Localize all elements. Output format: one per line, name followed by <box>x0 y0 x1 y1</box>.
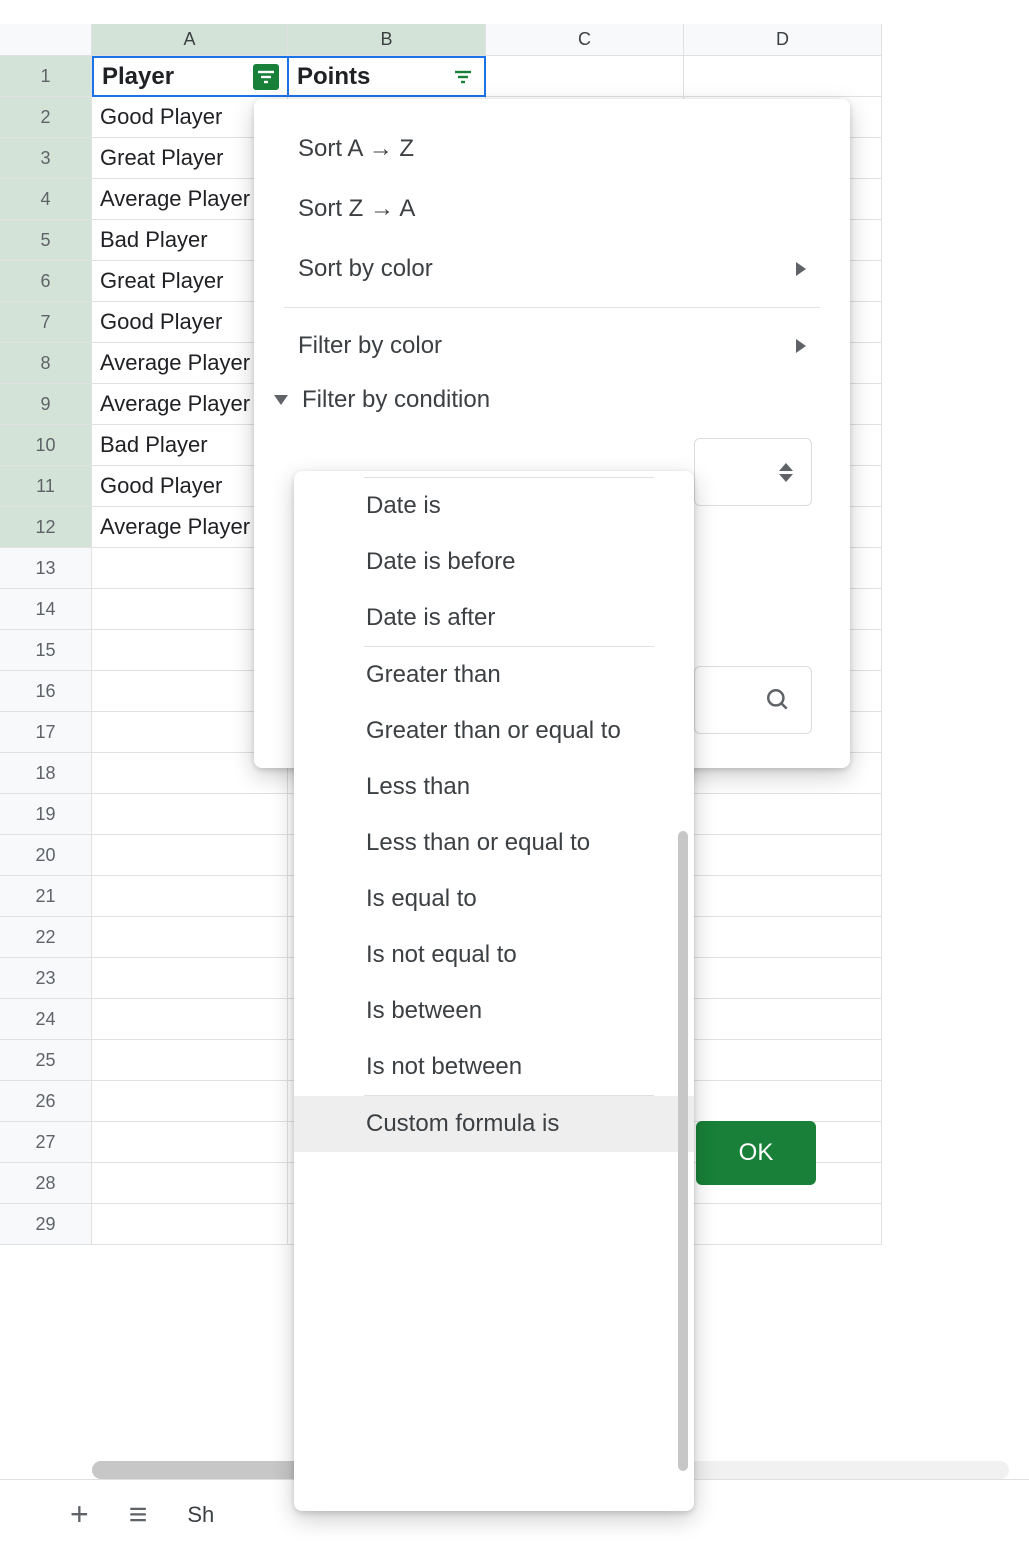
filter-search[interactable] <box>694 666 812 734</box>
col-header-c[interactable]: C <box>486 24 684 56</box>
row-header[interactable]: 9 <box>0 384 92 425</box>
row-header[interactable]: 7 <box>0 302 92 343</box>
condition-option[interactable]: Is not equal to <box>294 927 694 983</box>
row-header[interactable]: 2 <box>0 97 92 138</box>
cell-a19[interactable] <box>92 794 288 835</box>
row-header[interactable]: 17 <box>0 712 92 753</box>
cell-d20[interactable] <box>684 835 882 876</box>
row-header[interactable]: 22 <box>0 917 92 958</box>
row-header[interactable]: 4 <box>0 179 92 220</box>
grid-row: 1 Player Points <box>0 56 1029 97</box>
sort-by-color[interactable]: Sort by color <box>254 239 850 299</box>
filter-by-color-label: Filter by color <box>298 332 442 360</box>
add-sheet-icon[interactable]: + <box>70 1496 89 1533</box>
cell-text: Player <box>102 63 174 91</box>
row-header[interactable]: 14 <box>0 589 92 630</box>
row-header[interactable]: 13 <box>0 548 92 589</box>
cell-a27[interactable] <box>92 1122 288 1163</box>
cell-d29[interactable] <box>684 1204 882 1245</box>
filter-by-condition-toggle[interactable]: Filter by condition <box>254 376 850 424</box>
condition-option[interactable]: Less than <box>294 759 694 815</box>
filter-by-color[interactable]: Filter by color <box>254 316 850 376</box>
filter-icon[interactable] <box>253 64 279 90</box>
cell-text: Points <box>297 63 370 91</box>
row-header[interactable]: 3 <box>0 138 92 179</box>
column-headers: A B C D <box>0 24 1029 56</box>
row-header[interactable]: 8 <box>0 343 92 384</box>
chevron-right-icon <box>796 262 806 276</box>
cell-d22[interactable] <box>684 917 882 958</box>
chevron-right-icon <box>796 339 806 353</box>
row-header[interactable]: 27 <box>0 1122 92 1163</box>
cell-b1[interactable]: Points <box>288 56 486 97</box>
condition-option[interactable]: Custom formula is <box>294 1096 694 1152</box>
condition-option[interactable]: Date is before <box>294 534 694 590</box>
sort-by-color-label: Sort by color <box>298 255 433 283</box>
condition-select[interactable] <box>694 438 812 506</box>
scrollbar-thumb[interactable] <box>678 831 688 1471</box>
cell-a21[interactable] <box>92 876 288 917</box>
row-header[interactable]: 16 <box>0 671 92 712</box>
cell-d1[interactable] <box>684 56 882 97</box>
select-all-corner[interactable] <box>0 24 92 56</box>
cell-a28[interactable] <box>92 1163 288 1204</box>
cell-d21[interactable] <box>684 876 882 917</box>
ok-button[interactable]: OK <box>696 1121 816 1185</box>
row-header[interactable]: 20 <box>0 835 92 876</box>
condition-option[interactable]: Is not between <box>294 1039 694 1095</box>
condition-option[interactable]: Is equal to <box>294 871 694 927</box>
cell-a1[interactable]: Player <box>92 56 288 97</box>
col-header-a[interactable]: A <box>92 24 288 56</box>
condition-option[interactable]: Less than or equal to <box>294 815 694 871</box>
cell-d19[interactable] <box>684 794 882 835</box>
condition-submenu: Date isDate is beforeDate is after Great… <box>294 471 694 1511</box>
cell-a22[interactable] <box>92 917 288 958</box>
row-header[interactable]: 23 <box>0 958 92 999</box>
row-header[interactable]: 5 <box>0 220 92 261</box>
cell-c1[interactable] <box>486 56 684 97</box>
cell-d24[interactable] <box>684 999 882 1040</box>
row-header[interactable]: 25 <box>0 1040 92 1081</box>
cell-d25[interactable] <box>684 1040 882 1081</box>
stepper-icon <box>779 463 793 482</box>
sort-z-a[interactable]: Sort Z → A <box>254 179 850 239</box>
row-header[interactable]: 26 <box>0 1081 92 1122</box>
row-header[interactable]: 15 <box>0 630 92 671</box>
sheet-tab[interactable]: Sh <box>187 1502 214 1528</box>
row-header[interactable]: 12 <box>0 507 92 548</box>
condition-option[interactable]: Greater than <box>294 647 694 703</box>
row-header[interactable]: 21 <box>0 876 92 917</box>
cell-a24[interactable] <box>92 999 288 1040</box>
row-header[interactable]: 11 <box>0 466 92 507</box>
condition-option[interactable]: Is between <box>294 983 694 1039</box>
col-header-d[interactable]: D <box>684 24 882 56</box>
row-header[interactable]: 1 <box>0 56 92 97</box>
row-header[interactable]: 28 <box>0 1163 92 1204</box>
cell-d23[interactable] <box>684 958 882 999</box>
row-header[interactable]: 18 <box>0 753 92 794</box>
search-icon <box>765 687 791 713</box>
row-header[interactable]: 19 <box>0 794 92 835</box>
divider <box>284 307 820 308</box>
cell-a25[interactable] <box>92 1040 288 1081</box>
filter-by-condition-label: Filter by condition <box>302 386 490 414</box>
all-sheets-icon[interactable]: ≡ <box>129 1496 148 1533</box>
row-header[interactable]: 29 <box>0 1204 92 1245</box>
col-header-b[interactable]: B <box>288 24 486 56</box>
row-header[interactable]: 24 <box>0 999 92 1040</box>
condition-option[interactable]: Date is <box>294 478 694 534</box>
cell-a26[interactable] <box>92 1081 288 1122</box>
cell-a23[interactable] <box>92 958 288 999</box>
cell-a29[interactable] <box>92 1204 288 1245</box>
condition-option[interactable]: Date is after <box>294 590 694 646</box>
cell-d26[interactable] <box>684 1081 882 1122</box>
sort-a-z[interactable]: Sort A → Z <box>254 119 850 179</box>
row-header[interactable]: 10 <box>0 425 92 466</box>
chevron-down-icon <box>274 395 288 405</box>
condition-option[interactable]: Greater than or equal to <box>294 703 694 759</box>
filter-icon[interactable] <box>450 64 476 90</box>
row-header[interactable]: 6 <box>0 261 92 302</box>
cell-a20[interactable] <box>92 835 288 876</box>
